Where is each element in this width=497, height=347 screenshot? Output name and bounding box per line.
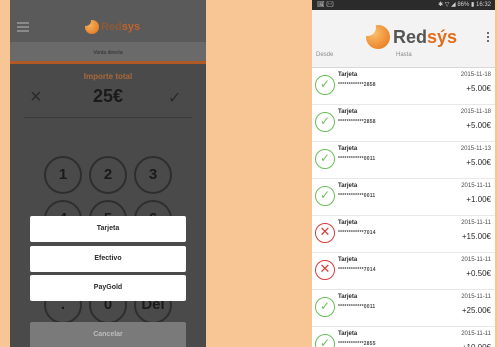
transaction-date: 2015-11-18: [460, 72, 491, 78]
transaction-date: 2015-11-13: [460, 146, 491, 152]
pos-screen: Redsys Venta directa Importe total × 25€…: [10, 0, 206, 347]
transaction-type: Tarjeta: [338, 331, 358, 337]
cancel-button[interactable]: Cancelar: [30, 322, 186, 347]
transaction-date: 2015-11-11: [461, 183, 491, 189]
card-number: ************7014: [338, 267, 376, 273]
transaction-row[interactable]: ✓Tarjeta ************2855 2015-11-11 +10.00…: [312, 327, 495, 347]
overflow-menu-icon[interactable]: [487, 32, 489, 44]
hamburger-menu-icon[interactable]: [17, 22, 29, 32]
page-subtitle: Venta directa: [10, 42, 206, 64]
check-circle-icon: ✓: [315, 334, 335, 347]
check-circle-icon: ✓: [315, 149, 335, 169]
transaction-amount: +0.50€: [466, 269, 491, 278]
transaction-type: Tarjeta: [338, 146, 358, 152]
transaction-amount: +5.00€: [466, 121, 491, 130]
transaction-amount: +1.00€: [466, 195, 491, 204]
app-header: Redsys: [10, 0, 206, 42]
transaction-date: 2015-11-11: [461, 257, 491, 263]
keypad-key-2[interactable]: 2: [89, 156, 127, 194]
transaction-type: Tarjeta: [338, 72, 358, 78]
transaction-amount: +5.00€: [466, 84, 491, 93]
card-number: ************2855: [338, 341, 376, 347]
redsys-logo-icon: [359, 19, 390, 49]
keypad-key-1[interactable]: 1: [44, 156, 82, 194]
card-number: ************0011: [338, 193, 376, 199]
error-circle-icon: ✕: [315, 223, 335, 243]
transaction-date: 2015-11-18: [460, 109, 491, 115]
card-number: ************7014: [338, 230, 376, 236]
transaction-date: 2015-11-11: [461, 294, 491, 300]
app-name: Redsys: [101, 21, 141, 33]
card-number: ************2858: [338, 82, 376, 88]
transaction-type: Tarjeta: [338, 109, 358, 115]
amount-label: Importe total: [83, 72, 133, 81]
transaction-amount: +10.00€: [462, 343, 491, 347]
transaction-row[interactable]: ✓ Tarjeta ************2858 2015-11-18 +5.00€: [312, 68, 495, 105]
app-logo: Redsys: [81, 16, 141, 34]
card-number: ************2858: [338, 119, 376, 125]
check-circle-icon: ✓: [315, 112, 335, 132]
transactions-screen: 🖼 ✉ ✱ ▽ ◢ 86% ▮ 16:32 Redsýs Desde Hasta…: [312, 0, 495, 347]
transaction-amount: +5.00€: [466, 158, 491, 167]
transaction-row[interactable]: ✕ Tarjeta ************7014 2015-11-11 +0.50€: [312, 253, 495, 290]
status-system: ✱ ▽ ◢ 86% ▮ 16:32: [438, 2, 491, 8]
pay-paygold-button[interactable]: PayGold: [30, 275, 186, 301]
transaction-amount: +15.00€: [461, 232, 491, 241]
app-logo: Redsýs: [359, 19, 458, 49]
error-circle-icon: ✕: [315, 260, 335, 280]
app-name: Redsýs: [393, 26, 458, 47]
check-circle-icon: ✓: [315, 297, 335, 317]
keypad-key-3[interactable]: 3: [134, 156, 172, 194]
transaction-amount: +25.00€: [461, 306, 491, 315]
transaction-type: Tarjeta: [338, 294, 358, 300]
app-header: Redsýs: [312, 10, 495, 68]
redsys-logo-icon: [81, 16, 99, 34]
transaction-row[interactable]: ✕ Tarjeta ************7014 2015-11-11 +15.00…: [312, 216, 495, 253]
divider: [24, 117, 192, 118]
status-notifications: 🖼 ✉: [317, 2, 334, 8]
confirm-icon[interactable]: ✓: [168, 88, 181, 108]
transaction-type: Tarjeta: [338, 257, 358, 263]
transaction-type: Tarjeta: [338, 220, 358, 226]
status-bar: 🖼 ✉ ✱ ▽ ◢ 86% ▮ 16:32: [312, 0, 495, 10]
pay-cash-button[interactable]: Efectivo: [30, 246, 186, 272]
transaction-row[interactable]: ✓ Tarjeta ************0011 2015-11-11 +25.00…: [312, 290, 495, 327]
transaction-row[interactable]: ✓ Tarjeta ************0011 2015-11-11 +1.00€: [312, 179, 495, 216]
filter-to[interactable]: Hasta: [396, 52, 412, 58]
transaction-row[interactable]: ✓ Tarjeta ************2858 2015-11-18 +5.00€: [312, 105, 495, 142]
transaction-type: Tarjeta: [338, 183, 358, 189]
pay-card-button[interactable]: Tarjeta: [30, 216, 186, 242]
filter-from[interactable]: Desde: [316, 52, 333, 58]
transaction-row[interactable]: ✓ Tarjeta ************0011 2015-11-13 +5.00€: [312, 142, 495, 179]
check-circle-icon: ✓: [315, 186, 335, 206]
card-number: ************0011: [338, 156, 376, 162]
check-circle-icon: ✓: [315, 75, 335, 95]
transaction-date: 2015-11-11: [461, 220, 491, 226]
transaction-date: 2015-11-11: [461, 331, 491, 337]
card-number: ************0011: [338, 304, 376, 310]
